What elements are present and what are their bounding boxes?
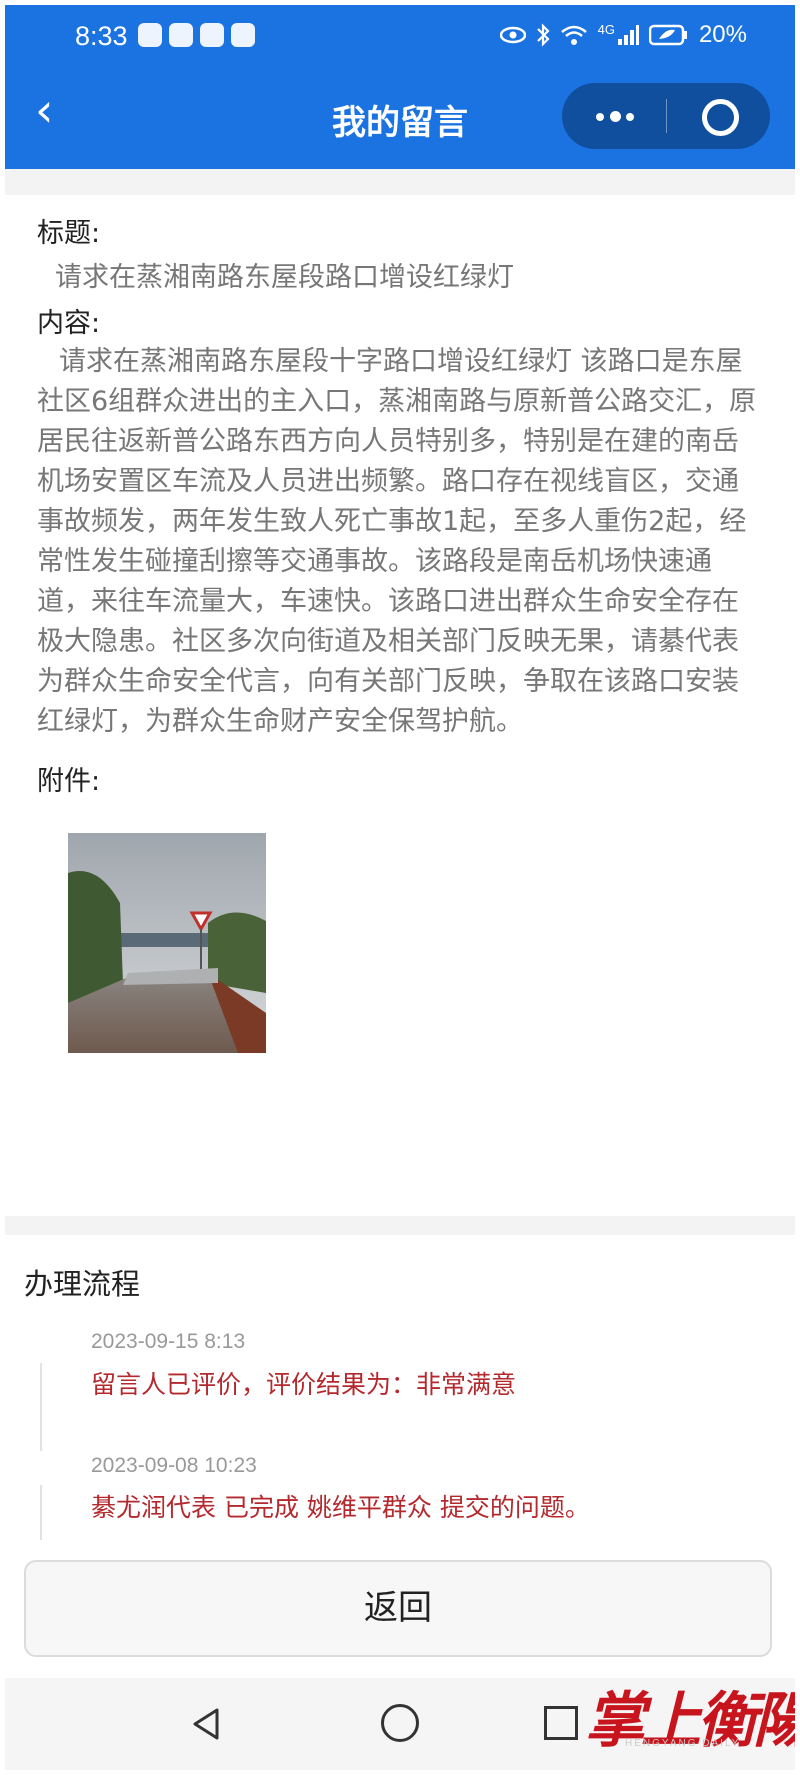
eye-icon [499, 26, 526, 44]
message-content: 请求在蒸湘南路东屋段十字路口增设红绿灯 该路口是东屋社区6组群众进出的主入口，蒸… [37, 346, 757, 737]
wifi-icon [560, 25, 587, 45]
network-type: 4G [597, 21, 615, 37]
nav-recents-icon[interactable] [544, 1706, 578, 1740]
attachment-photo[interactable] [68, 833, 266, 1053]
battery-icon [648, 24, 687, 46]
timeline-text: 留言人已评价，评价结果为：非常满意 [91, 1370, 517, 1399]
target-icon [702, 99, 739, 136]
status-right: 4G 20% [499, 21, 747, 49]
status-bar: 8:33 4G 20% [5, 5, 795, 67]
signal-icon [617, 25, 639, 45]
timeline-time: 2023-09-15 8:13 [91, 1330, 246, 1353]
notification-icons [138, 23, 255, 47]
message-card: 标题: 请求在蒸湘南路东屋段路口增设红绿灯 内容: 请求在蒸湘南路东屋段十字路口… [5, 195, 795, 1216]
timeline-time: 2023-09-08 10:23 [91, 1454, 257, 1477]
process-title: 办理流程 [24, 1267, 141, 1301]
back-button[interactable]: 返回 [24, 1560, 772, 1657]
watermark-subtext: HENGYANG DAILY [625, 1738, 741, 1749]
close-miniprogram-button[interactable] [666, 83, 770, 149]
app-notification-icon [231, 23, 255, 47]
timeline-line [40, 1363, 42, 1451]
bottom-bar: 返回 [5, 1540, 795, 1678]
phone-screen: 8:33 4G 20% ‹ 我的留言 标题: 请求在蒸湘南路东屋段路口增设红绿灯… [5, 5, 795, 1770]
more-options-button[interactable] [562, 83, 666, 149]
app-notification-icon [169, 23, 193, 47]
timeline-text: 綦尤润代表 已完成 姚维平群众 提交的问题。 [91, 1493, 590, 1522]
app-notification-icon [200, 23, 224, 47]
timeline-line [40, 1485, 42, 1540]
attachment-label: 附件: [37, 766, 101, 797]
road-photo-thumbnail [68, 833, 266, 1053]
nav-bar: ‹ 我的留言 [5, 67, 795, 169]
bluetooth-icon [536, 23, 550, 47]
watermark-logo: 掌上衡陽 HENGYANG DAILY [585, 1672, 795, 1756]
miniprogram-capsule [562, 83, 770, 149]
message-title: 请求在蒸湘南路东屋段路口增设红绿灯 [55, 262, 514, 293]
content-label: 内容: [37, 308, 101, 339]
status-time: 8:33 [75, 21, 128, 51]
nav-back-icon[interactable] [185, 1702, 229, 1746]
nav-home-icon[interactable] [381, 1704, 419, 1742]
battery-level: 20% [698, 21, 747, 48]
title-label: 标题: [37, 218, 101, 249]
process-section: 办理流程 2023-09-15 8:13 留言人已评价，评价结果为：非常满意 2… [5, 1235, 795, 1540]
app-notification-icon [138, 23, 162, 47]
